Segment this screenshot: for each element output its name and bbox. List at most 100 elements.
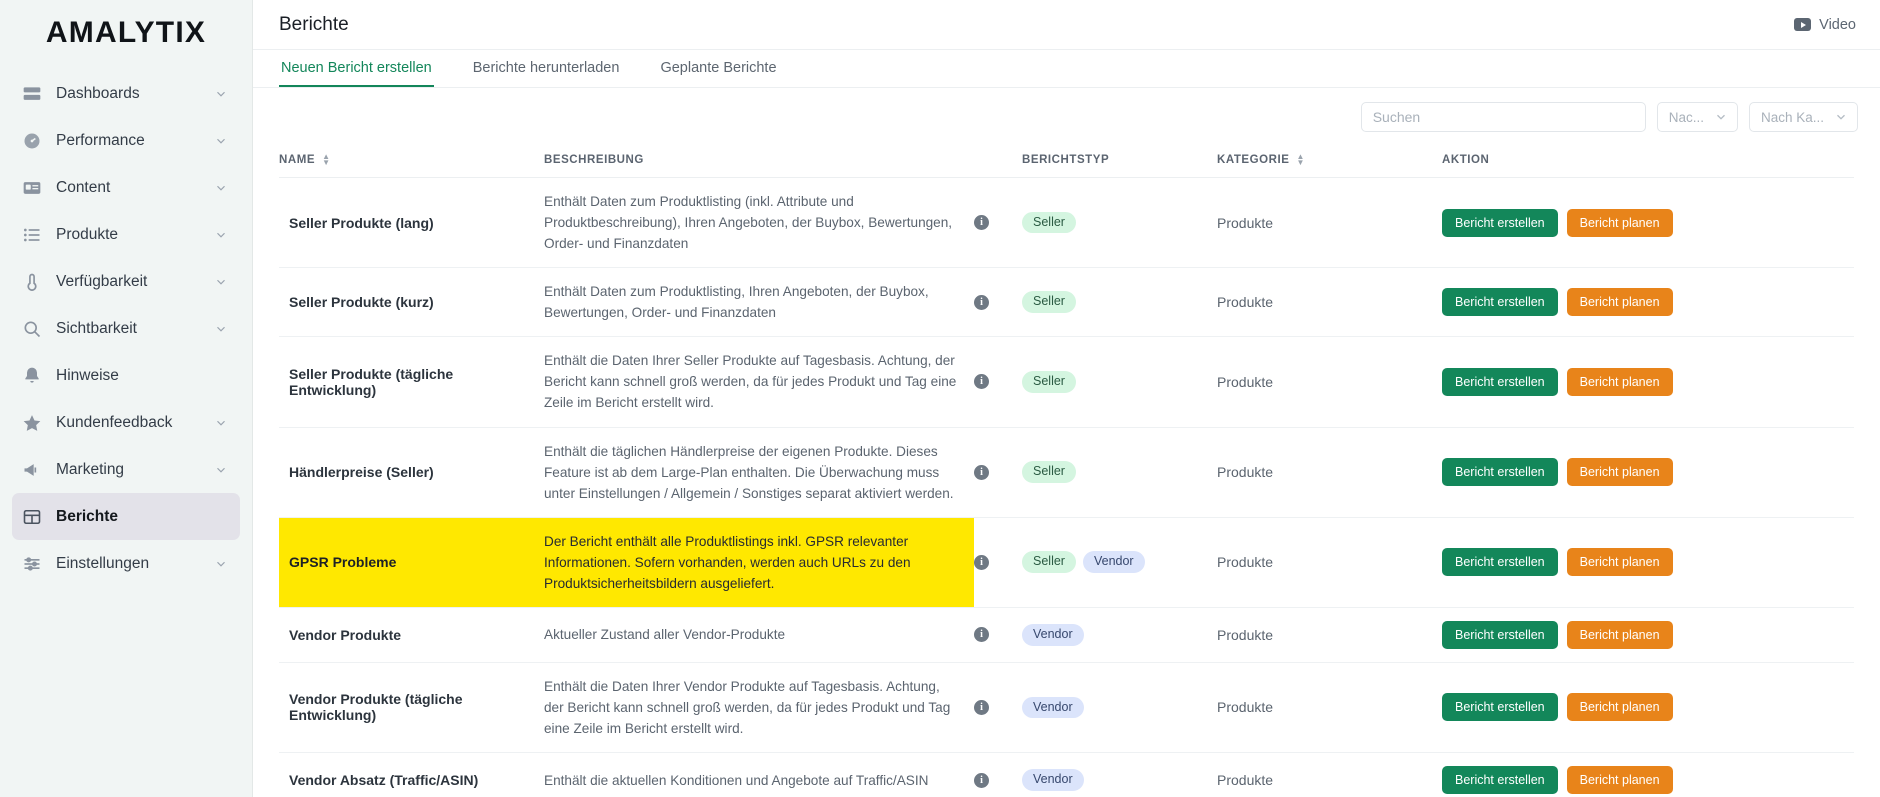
table-header-row: NAME ▲ ▼ BESCHREIBUNG BERICHTSTYP KATEGORIE ▲ ▼… <box>279 146 1854 178</box>
sidebar-item-sichtbarkeit[interactable]: Sichtbarkeit <box>12 305 240 352</box>
report-name: Vendor Produkte <box>279 607 544 663</box>
action-cell: Bericht erstellen Bericht planen <box>1442 336 1854 428</box>
sort-icon[interactable]: ▲ ▼ <box>1296 153 1304 167</box>
sidebar-item-einstellungen[interactable]: Einstellungen <box>12 540 240 587</box>
report-name: Vendor Produkte (tägliche Entwicklung) <box>279 662 544 754</box>
table-row: GPSR Probleme Der Bericht enthält alle Pr… <box>279 517 1854 608</box>
report-category: Produkte <box>1217 427 1442 518</box>
chevron-down-icon <box>217 467 225 473</box>
chevron-down-icon <box>217 91 225 97</box>
search-input[interactable] <box>1372 109 1634 125</box>
plan-report-button[interactable]: Bericht planen <box>1566 288 1673 317</box>
chevron-down-icon <box>217 326 225 332</box>
sidebar-item-verfgbarkeit[interactable]: Verfügbarkeit <box>12 258 240 305</box>
plan-report-button[interactable]: Bericht planen <box>1566 208 1673 237</box>
tab-2[interactable]: Geplante Berichte <box>658 60 778 87</box>
report-type-cell: Vendor <box>1022 662 1217 754</box>
sidebar-item-label: Berichte <box>56 507 119 525</box>
sort-icon[interactable]: ▲ ▼ <box>322 153 330 167</box>
report-type-badge: Vendor <box>1022 624 1084 646</box>
topbar-actions: Video <box>1794 17 1856 33</box>
thermometer-icon <box>22 272 42 292</box>
sidebar-item-performance[interactable]: Performance <box>12 117 240 164</box>
sidebar-item-berichte[interactable]: Berichte <box>12 493 240 540</box>
sidebar-item-dashboards[interactable]: Dashboards <box>12 70 240 117</box>
sidebar-item-kundenfeedback[interactable]: Kundenfeedback <box>12 399 240 446</box>
plan-report-button[interactable]: Bericht planen <box>1566 548 1673 577</box>
plan-report-button[interactable]: Bericht planen <box>1566 620 1673 649</box>
plan-report-button[interactable]: Bericht planen <box>1566 458 1673 487</box>
report-type-cell: Seller <box>1022 427 1217 518</box>
sidebar-item-label: Hinweise <box>56 366 119 384</box>
table-body: Seller Produkte (lang) Enthält Daten zum … <box>279 177 1854 797</box>
sidebar-item-label: Einstellungen <box>56 554 150 572</box>
search-box[interactable] <box>1360 102 1646 132</box>
report-name: Seller Produkte (kurz) <box>279 267 544 338</box>
video-button[interactable]: Video <box>1794 17 1856 33</box>
page-title: Berichte <box>279 13 349 35</box>
create-report-button[interactable]: Bericht erstellen <box>1442 288 1558 317</box>
column-header-name[interactable]: NAME ▲ ▼ <box>279 146 544 178</box>
sidebar-item-label: Marketing <box>56 460 125 478</box>
column-header-kategorie[interactable]: KATEGORIE ▲ ▼ <box>1217 146 1442 178</box>
sidebar-item-hinweise[interactable]: Hinweise <box>12 352 240 399</box>
tab-0[interactable]: Neuen Bericht erstellen <box>279 60 434 87</box>
reports-table-wrap: NAME ▲ ▼ BESCHREIBUNG BERICHTSTYP KATEGORIE ▲ ▼… <box>253 146 1880 797</box>
info-icon[interactable]: i <box>974 215 989 231</box>
create-report-button[interactable]: Bericht erstellen <box>1442 620 1558 649</box>
table-row: Vendor Produkte (tägliche Entwicklung) En… <box>279 662 1854 754</box>
create-report-button[interactable]: Bericht erstellen <box>1442 208 1558 237</box>
info-icon[interactable]: i <box>974 554 989 570</box>
sidebar-item-content[interactable]: Content <box>12 164 240 211</box>
brand-logo: AMALYTIX <box>45 16 207 49</box>
info-cell: i <box>974 177 1022 269</box>
report-type-dropdown[interactable]: Nac... <box>1656 102 1738 132</box>
table-row: Seller Produkte (lang) Enthält Daten zum … <box>279 177 1854 269</box>
topbar: Berichte Video <box>253 0 1880 50</box>
video-button-label: Video <box>1819 16 1856 33</box>
table-icon <box>22 507 42 527</box>
sidebar-item-label: Verfügbarkeit <box>56 272 148 290</box>
report-category: Produkte <box>1217 177 1442 269</box>
report-description: Der Bericht enthält alle Produktlistings… <box>544 517 974 608</box>
info-cell: i <box>974 607 1022 663</box>
info-cell: i <box>974 267 1022 338</box>
info-icon[interactable]: i <box>974 772 989 788</box>
sidebar-item-produkte[interactable]: Produkte <box>12 211 240 258</box>
category-dropdown-label: Nach Ka... <box>1760 109 1824 125</box>
create-report-button[interactable]: Bericht erstellen <box>1442 367 1558 396</box>
report-category: Produkte <box>1217 607 1442 663</box>
table-row: Seller Produkte (kurz) Enthält Daten zum … <box>279 267 1854 338</box>
column-header-info <box>974 146 1022 178</box>
create-report-button[interactable]: Bericht erstellen <box>1442 548 1558 577</box>
tab-1[interactable]: Berichte herunterladen <box>471 60 622 87</box>
sidebar-item-marketing[interactable]: Marketing <box>12 446 240 493</box>
report-type-badge: Seller <box>1022 371 1076 393</box>
report-name: Vendor Absatz (Traffic/ASIN) <box>279 752 544 797</box>
info-icon[interactable]: i <box>974 294 989 310</box>
create-report-button[interactable]: Bericht erstellen <box>1442 693 1558 722</box>
info-icon[interactable]: i <box>974 464 989 480</box>
create-report-button[interactable]: Bericht erstellen <box>1442 766 1558 795</box>
info-icon[interactable]: i <box>974 374 989 390</box>
action-cell: Bericht erstellen Bericht planen <box>1442 177 1854 269</box>
info-icon[interactable]: i <box>974 627 989 643</box>
category-dropdown[interactable]: Nach Ka... <box>1748 102 1858 132</box>
report-type-badge: Seller <box>1022 461 1076 483</box>
info-icon[interactable]: i <box>974 699 989 715</box>
info-cell: i <box>974 336 1022 428</box>
report-category: Produkte <box>1217 336 1442 428</box>
report-name: Seller Produkte (lang) <box>279 177 544 269</box>
report-type-cell: Seller <box>1022 177 1217 269</box>
sliders-icon <box>22 554 42 574</box>
plan-report-button[interactable]: Bericht planen <box>1566 693 1673 722</box>
report-type-dropdown-label: Nac... <box>1668 109 1704 125</box>
report-type-cell: Seller <box>1022 336 1217 428</box>
report-type-cell: Seller Vendor <box>1022 517 1217 608</box>
plan-report-button[interactable]: Bericht planen <box>1566 766 1673 795</box>
report-type-badge: Seller <box>1022 291 1076 314</box>
plan-report-button[interactable]: Bericht planen <box>1566 367 1673 396</box>
report-name: Händlerpreise (Seller) <box>279 427 544 518</box>
table-head: NAME ▲ ▼ BESCHREIBUNG BERICHTSTYP KATEGORIE ▲ ▼… <box>279 146 1854 178</box>
create-report-button[interactable]: Bericht erstellen <box>1442 458 1558 487</box>
